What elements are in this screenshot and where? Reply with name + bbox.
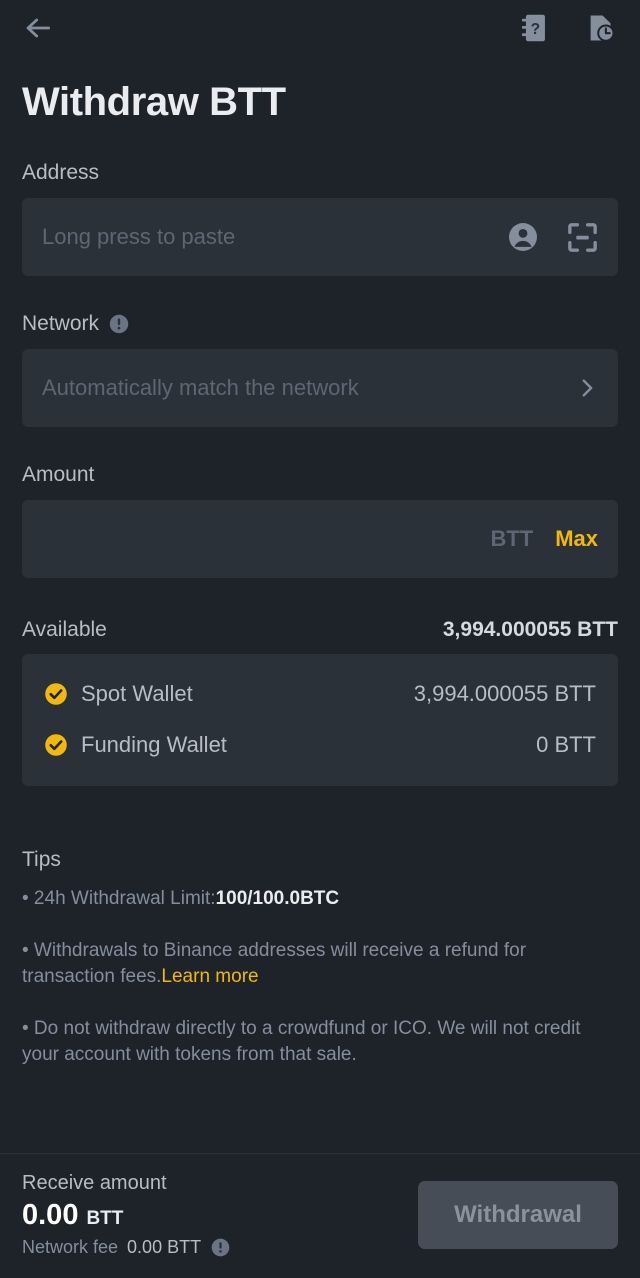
receive-amount-unit: BTT [86,1208,124,1229]
tip-withdrawal-limit: • 24h Withdrawal Limit:100/100.0BTC [22,886,618,912]
amount-input[interactable] [42,526,469,552]
address-input[interactable] [42,224,493,250]
receive-amount-line: 0.00 BTT [22,1199,231,1232]
receive-amount-label: Receive amount [22,1172,167,1194]
network-input[interactable] [42,375,562,401]
contact-person-icon [509,223,537,251]
network-label: Network [22,312,618,336]
amount-label-text: Amount [22,463,95,486]
wallet-name: Spot Wallet [81,680,193,706]
wallet-row-funding-left: Funding Wallet [44,732,227,758]
withdrawal-button[interactable]: Withdrawal [418,1181,618,1249]
tip-refund-text: • Withdrawals to Binance addresses will … [22,940,527,987]
form-body: Address Long press to paste Network Auto… [0,125,640,1153]
network-fee-line: Network fee 0.00 BTT [22,1237,231,1258]
info-exclamation-icon[interactable] [108,313,130,335]
svg-text:?: ? [531,21,541,38]
wallet-amount: 3,994.000055 BTT [413,680,596,706]
address-book-button[interactable]: ? [520,13,548,43]
contact-picker-button[interactable] [507,221,539,253]
available-row: Available 3,994.000055 BTT [22,618,618,642]
wallet-row-spot[interactable]: Spot Wallet 3,994.000055 BTT [44,668,596,719]
wallet-list: Spot Wallet 3,994.000055 BTT Funding Wal… [22,654,618,786]
wallet-row-funding[interactable]: Funding Wallet 0 BTT [44,719,596,770]
tip-refund: • Withdrawals to Binance addresses will … [22,938,618,990]
check-circle-icon[interactable] [44,682,68,706]
wallet-amount: 0 BTT [536,731,596,757]
available-value: 3,994.000055 BTT [442,618,618,641]
top-bar-actions: ? [520,13,616,43]
tip-limit-prefix: • 24h Withdrawal Limit: [22,888,216,909]
max-button[interactable]: Max [555,526,598,552]
tips-title: Tips [22,848,61,871]
amount-unit: BTT [490,526,534,551]
tip-limit-value: 100/100.0BTC [215,888,340,909]
network-fee-label: Network fee [22,1237,119,1257]
qr-scan-button[interactable] [567,222,598,253]
address-field-actions [507,221,598,253]
top-bar: ? [0,0,640,56]
receive-amount-value: 0.00 [22,1199,79,1231]
transaction-history-button[interactable] [586,13,616,43]
withdraw-screen: ? Withdraw BTT Address Long press to pas… [0,0,640,1278]
amount-field[interactable]: BTT Max [22,500,618,578]
available-label: Available [22,618,107,641]
address-field[interactable] [22,198,618,276]
address-book-help-icon: ? [521,14,545,42]
transaction-history-icon [590,15,615,42]
back-button[interactable] [22,12,54,44]
info-exclamation-icon[interactable] [210,1237,231,1258]
chevron-right-icon [582,379,593,397]
page-title: Withdraw BTT [22,80,286,124]
qr-scan-icon [568,222,597,252]
check-circle-icon[interactable] [44,733,68,757]
address-label: Address [22,161,618,185]
back-arrow-icon [26,18,51,38]
network-selector[interactable] [22,349,618,427]
learn-more-link[interactable]: Learn more [161,966,258,987]
amount-label: Amount [22,463,618,487]
network-label-text: Network [22,312,100,335]
bottom-action-bar: Receive amount 0.00 BTT Network fee 0.00… [0,1153,640,1278]
network-fee-value: 0.00 BTT [127,1237,202,1257]
receive-summary: Receive amount 0.00 BTT Network fee 0.00… [22,1172,231,1258]
tip-ico-warning: • Do not withdraw directly to a crowdfun… [22,1018,581,1065]
wallet-row-spot-left: Spot Wallet [44,681,193,707]
wallet-name: Funding Wallet [81,731,227,757]
address-label-text: Address [22,161,100,184]
